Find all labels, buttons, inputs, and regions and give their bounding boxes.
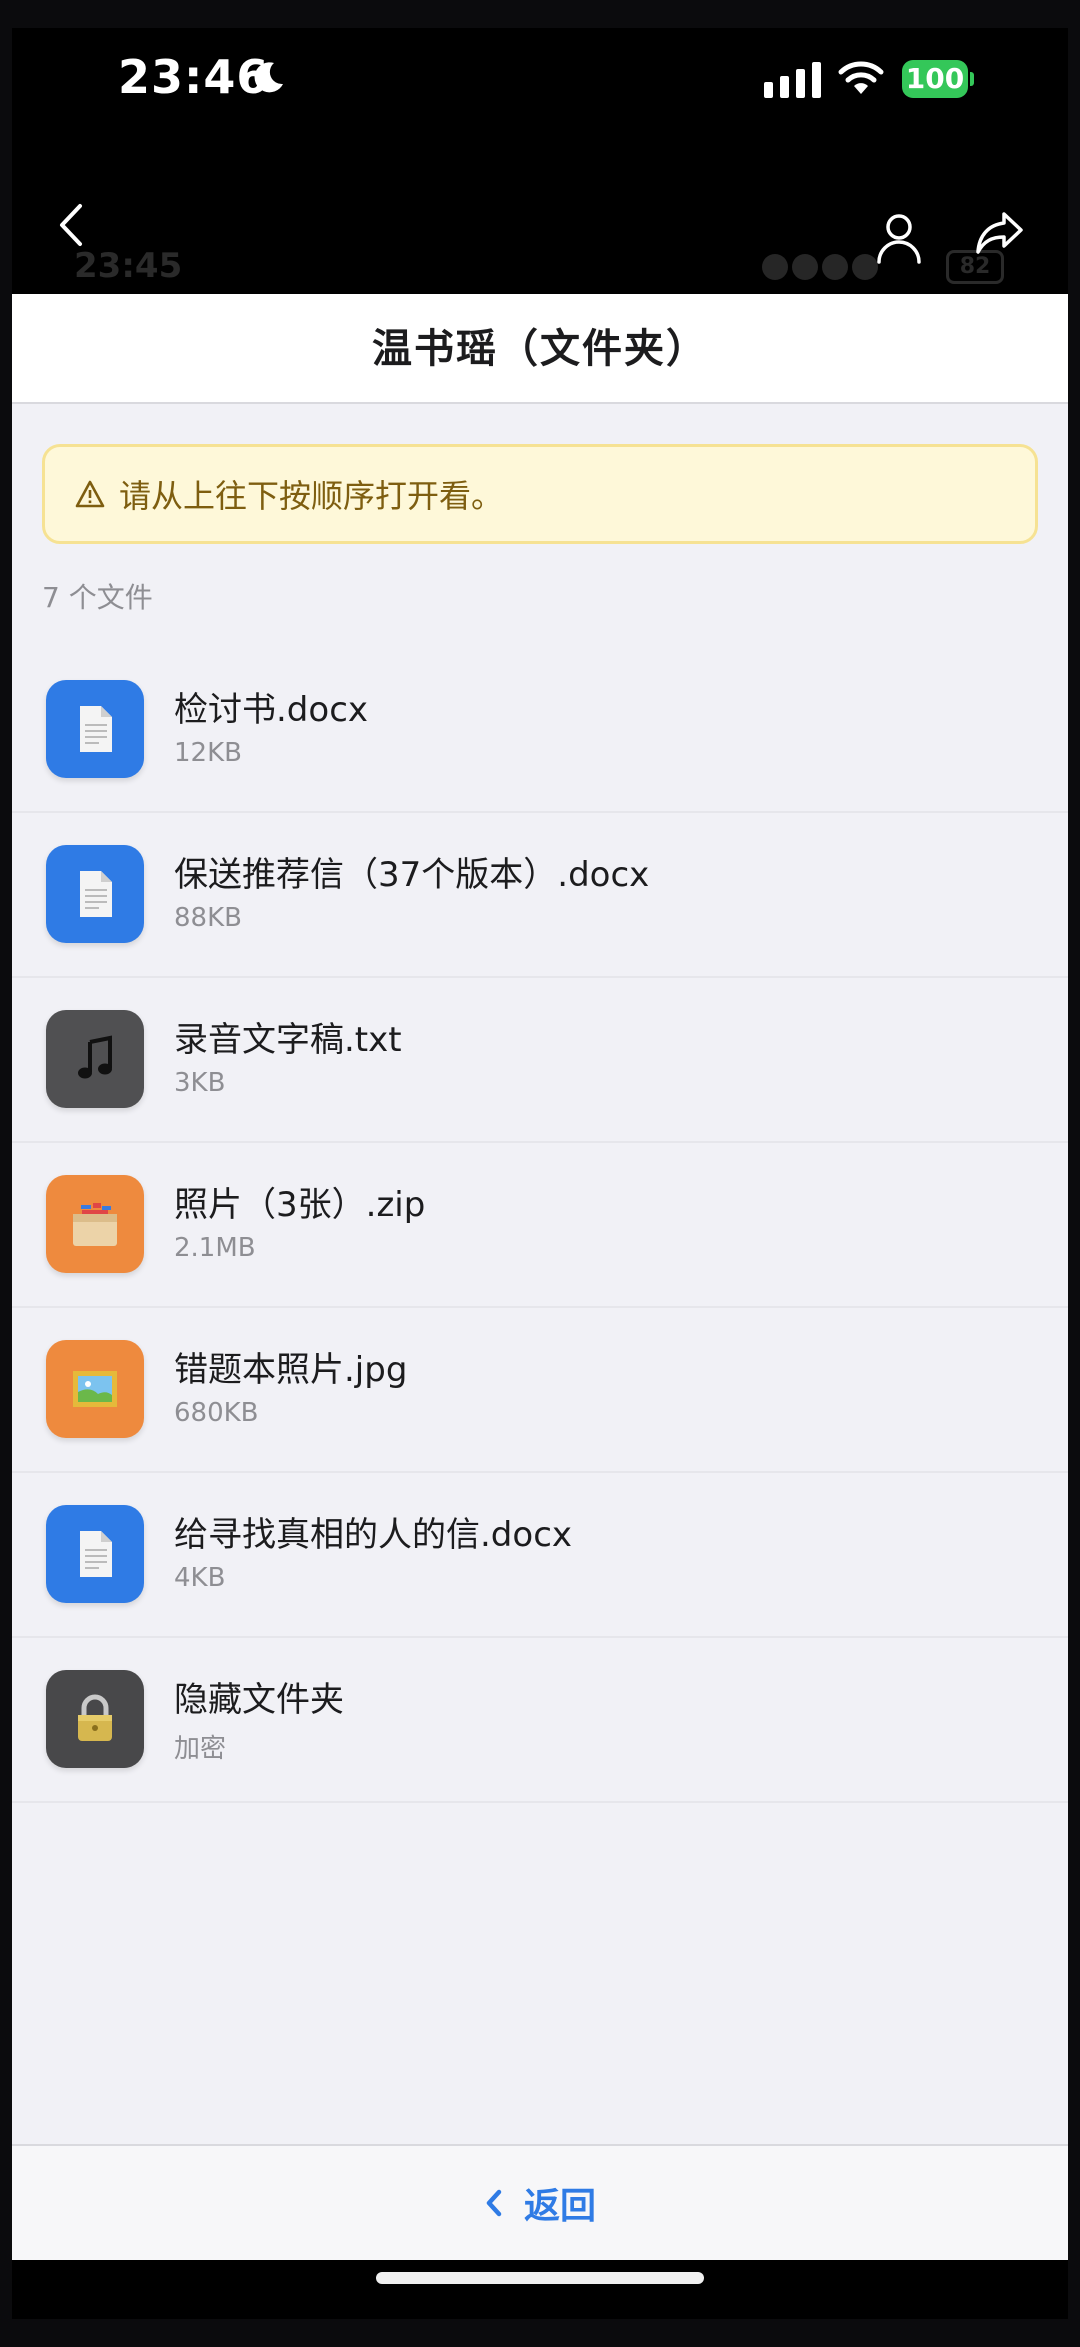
file-size: 680KB xyxy=(174,1398,259,1428)
battery-tip xyxy=(970,72,974,86)
file-name: 隐藏文件夹 xyxy=(174,1680,344,1720)
ghost-signal-dots-icon xyxy=(762,254,878,280)
file-count: 7 个文件 xyxy=(42,581,153,614)
file-name: 保送推荐信（37个版本）.docx xyxy=(174,855,650,895)
status-bar: 23:46 100 xyxy=(12,28,1068,128)
file-row-3[interactable]: 录音文字稿.txt 3KB xyxy=(12,978,1068,1143)
chevron-left-icon xyxy=(486,2189,502,2217)
framed-picture-icon xyxy=(46,1340,144,1438)
file-name: 录音文字稿.txt xyxy=(174,1020,402,1060)
battery-level: 100 xyxy=(902,60,968,98)
bottom-bar: 返回 xyxy=(12,2144,1068,2260)
file-size: 12KB xyxy=(174,738,242,768)
document-icon xyxy=(46,1505,144,1603)
status-time: 23:46 xyxy=(118,50,270,104)
file-row-6[interactable]: 给寻找真相的人的信.docx 4KB xyxy=(12,1473,1068,1638)
music-note-icon xyxy=(46,1010,144,1108)
warning-icon xyxy=(75,480,105,508)
phone-screen: 23:46 100 23:45 82 温书瑶（文件夹） 请从上往下按顺序打开看。… xyxy=(12,28,1068,2319)
profile-icon[interactable] xyxy=(874,212,924,264)
document-icon xyxy=(46,680,144,778)
file-size: 3KB xyxy=(174,1068,226,1098)
file-row-1[interactable]: 检讨书.docx 12KB xyxy=(12,648,1068,813)
moon-icon xyxy=(254,62,283,93)
file-name: 照片（3张）.zip xyxy=(174,1185,426,1225)
home-indicator[interactable] xyxy=(376,2272,704,2284)
back-chevron-icon[interactable] xyxy=(52,198,88,252)
file-row-7[interactable]: 隐藏文件夹 加密 xyxy=(12,1638,1068,1803)
file-size: 88KB xyxy=(174,903,242,933)
battery-indicator: 100 xyxy=(902,60,974,98)
wifi-icon xyxy=(838,61,884,94)
file-name: 给寻找真相的人的信.docx xyxy=(174,1515,573,1555)
file-name: 错题本照片.jpg xyxy=(174,1350,408,1390)
folder-content: 请从上往下按顺序打开看。 7 个文件 检讨书.docx 12KB 保送推荐信（3… xyxy=(12,404,1068,2144)
back-button[interactable]: 返回 xyxy=(484,2177,596,2229)
back-button-label: 返回 xyxy=(523,2186,596,2227)
file-row-4[interactable]: 照片（3张）.zip 2.1MB xyxy=(12,1143,1068,1308)
file-name: 检讨书.docx xyxy=(174,690,369,730)
file-size: 4KB xyxy=(174,1563,226,1593)
ghost-status-time: 23:45 xyxy=(74,246,183,286)
file-row-5[interactable]: 错题本照片.jpg 680KB xyxy=(12,1308,1068,1473)
page-header: 温书瑶（文件夹） xyxy=(12,294,1068,404)
cellular-signal-icon xyxy=(764,62,821,98)
share-icon[interactable] xyxy=(974,210,1024,256)
archive-box-icon xyxy=(46,1175,144,1273)
notice-banner: 请从上往下按顺序打开看。 xyxy=(42,444,1038,544)
navigation-bar: 23:45 82 xyxy=(12,128,1068,322)
notice-text: 请从上往下按顺序打开看。 xyxy=(119,477,504,515)
file-list: 检讨书.docx 12KB 保送推荐信（37个版本）.docx 88KB 录音文… xyxy=(12,648,1068,1803)
file-row-2[interactable]: 保送推荐信（37个版本）.docx 88KB xyxy=(12,813,1068,978)
lock-icon xyxy=(46,1670,144,1768)
file-size: 2.1MB xyxy=(174,1233,256,1263)
page-title: 温书瑶（文件夹） xyxy=(372,326,708,372)
file-meta: 加密 xyxy=(174,1734,227,1764)
document-icon xyxy=(46,845,144,943)
